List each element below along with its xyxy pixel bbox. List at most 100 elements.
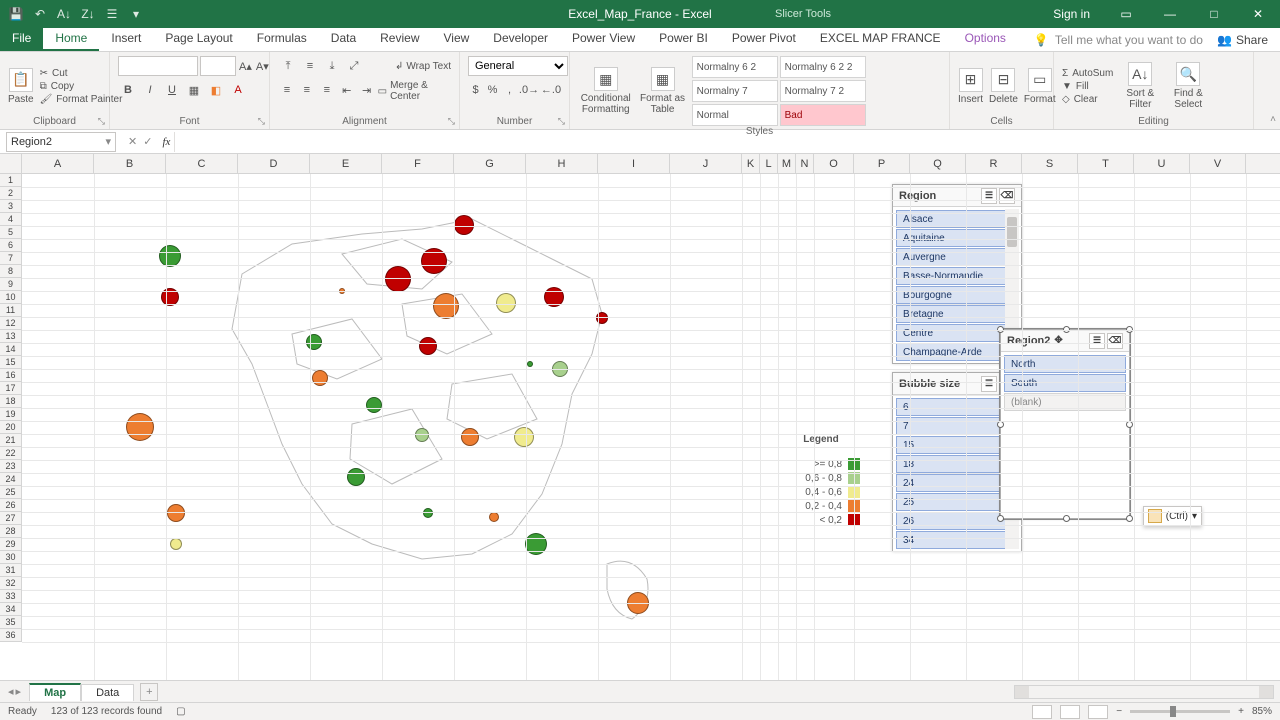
column-header[interactable]: H — [526, 154, 598, 173]
column-header[interactable]: V — [1190, 154, 1246, 173]
tab-home[interactable]: Home — [43, 28, 99, 51]
row-header[interactable]: 14 — [0, 343, 22, 356]
multi-select-icon[interactable]: ☰ — [981, 376, 997, 392]
column-header[interactable]: C — [166, 154, 238, 173]
ribbon-display-icon[interactable]: ▭ — [1104, 0, 1148, 28]
tab-developer[interactable]: Developer — [481, 28, 560, 51]
tab-data[interactable]: Data — [319, 28, 368, 51]
row-header[interactable]: 29 — [0, 538, 22, 551]
column-header[interactable]: S — [1022, 154, 1078, 173]
tab-insert[interactable]: Insert — [99, 28, 153, 51]
sort-desc-icon[interactable]: Z↓ — [80, 6, 96, 22]
row-header[interactable]: 1 — [0, 174, 22, 187]
column-header[interactable]: R — [966, 154, 1022, 173]
map-bubble[interactable] — [419, 337, 437, 355]
currency-button[interactable]: $ — [468, 80, 483, 100]
tell-me-search[interactable]: 💡Tell me what you want to do — [1018, 28, 1203, 51]
row-header[interactable]: 30 — [0, 551, 22, 564]
dialog-launcher-icon[interactable]: ⤡ — [558, 116, 565, 127]
slicer-item[interactable]: Bourgogne — [896, 286, 1018, 304]
maximize-icon[interactable]: □ — [1192, 0, 1236, 28]
column-header[interactable]: P — [854, 154, 910, 173]
row-header[interactable]: 32 — [0, 577, 22, 590]
style-cell-bad[interactable]: Bad — [780, 104, 866, 126]
bold-button[interactable]: B — [118, 80, 138, 100]
column-header[interactable]: G — [454, 154, 526, 173]
column-header[interactable]: I — [598, 154, 670, 173]
clear-filter-icon[interactable]: ⌫ — [999, 188, 1015, 204]
select-all-corner[interactable] — [0, 154, 22, 173]
map-bubble[interactable] — [170, 538, 182, 550]
map-bubble[interactable] — [159, 245, 181, 267]
collapse-ribbon-icon[interactable]: ˄ — [1270, 114, 1276, 125]
tab-excel-map-france[interactable]: EXCEL MAP FRANCE — [808, 28, 953, 51]
paste-button[interactable]: 📋Paste — [8, 68, 34, 105]
multi-select-icon[interactable]: ☰ — [981, 188, 997, 204]
orientation-button[interactable]: ⤢ — [344, 56, 364, 76]
row-header[interactable]: 11 — [0, 304, 22, 317]
tab-page-layout[interactable]: Page Layout — [153, 28, 244, 51]
column-header[interactable]: E — [310, 154, 382, 173]
find-select-button[interactable]: 🔍Find & Select — [1167, 62, 1209, 110]
sheet-nav-next-icon[interactable]: ▸ — [16, 685, 22, 698]
align-bottom-button[interactable]: ⤓ — [322, 56, 342, 76]
slicer-item[interactable]: Basse-Normandie — [896, 267, 1018, 285]
row-header[interactable]: 34 — [0, 603, 22, 616]
row-header[interactable]: 15 — [0, 356, 22, 369]
tab-power-bi[interactable]: Power BI — [647, 28, 720, 51]
row-header[interactable]: 7 — [0, 252, 22, 265]
sheet-tab-data[interactable]: Data — [81, 684, 134, 701]
row-header[interactable]: 28 — [0, 525, 22, 538]
row-header[interactable]: 33 — [0, 590, 22, 603]
tab-power-view[interactable]: Power View — [560, 28, 647, 51]
column-header[interactable]: O — [814, 154, 854, 173]
column-header[interactable]: D — [238, 154, 310, 173]
style-cell[interactable]: Normalny 6 2 — [692, 56, 778, 78]
row-header[interactable]: 6 — [0, 239, 22, 252]
align-center-button[interactable]: ≡ — [298, 80, 316, 100]
column-header[interactable]: B — [94, 154, 166, 173]
format-as-table-button[interactable]: ▦Format as Table — [639, 67, 685, 115]
sort-asc-icon[interactable]: A↓ — [56, 6, 72, 22]
clear-button[interactable]: ◇ Clear — [1062, 94, 1113, 105]
comma-button[interactable]: , — [502, 80, 517, 100]
chevron-down-icon[interactable]: ▾ — [105, 135, 111, 148]
map-bubble[interactable] — [489, 512, 499, 522]
tab-power-pivot[interactable]: Power Pivot — [720, 28, 808, 51]
row-header[interactable]: 2 — [0, 187, 22, 200]
enter-formula-icon[interactable]: ✓ — [143, 135, 152, 148]
row-header[interactable]: 35 — [0, 616, 22, 629]
clear-filter-icon[interactable]: ⌫ — [1107, 333, 1123, 349]
row-header[interactable]: 4 — [0, 213, 22, 226]
row-header[interactable]: 8 — [0, 265, 22, 278]
inc-decimal-button[interactable]: .0→ — [519, 80, 539, 100]
zoom-out-button[interactable]: − — [1116, 706, 1122, 717]
row-header[interactable]: 23 — [0, 460, 22, 473]
row-header[interactable]: 22 — [0, 447, 22, 460]
save-icon[interactable]: 💾 — [8, 6, 24, 22]
column-header[interactable]: F — [382, 154, 454, 173]
row-header[interactable]: 18 — [0, 395, 22, 408]
sign-in-link[interactable]: Sign in — [1039, 7, 1104, 21]
number-format-combo[interactable]: General — [468, 56, 568, 76]
row-header[interactable]: 26 — [0, 499, 22, 512]
page-break-view-button[interactable] — [1088, 705, 1108, 719]
style-cell[interactable]: Normal — [692, 104, 778, 126]
map-bubble[interactable] — [433, 293, 459, 319]
autosum-button[interactable]: Σ AutoSum — [1062, 68, 1113, 79]
style-cell[interactable]: Normalny 7 2 — [780, 80, 866, 102]
indent-dec-button[interactable]: ⇤ — [338, 80, 356, 100]
tab-file[interactable]: File — [0, 28, 43, 51]
column-header[interactable]: A — [22, 154, 94, 173]
map-bubble[interactable] — [306, 334, 322, 350]
sort-filter-button[interactable]: A↓Sort & Filter — [1119, 62, 1161, 110]
row-header[interactable]: 31 — [0, 564, 22, 577]
scroll-right-icon[interactable] — [1259, 686, 1273, 698]
column-header[interactable]: U — [1134, 154, 1190, 173]
slicer-region2[interactable]: Region2✥☰⌫ NorthSouth(blank) — [1000, 329, 1130, 519]
cancel-formula-icon[interactable]: ✕ — [128, 135, 137, 148]
row-header[interactable]: 12 — [0, 317, 22, 330]
tab-review[interactable]: Review — [368, 28, 431, 51]
row-header[interactable]: 21 — [0, 434, 22, 447]
row-header[interactable]: 10 — [0, 291, 22, 304]
